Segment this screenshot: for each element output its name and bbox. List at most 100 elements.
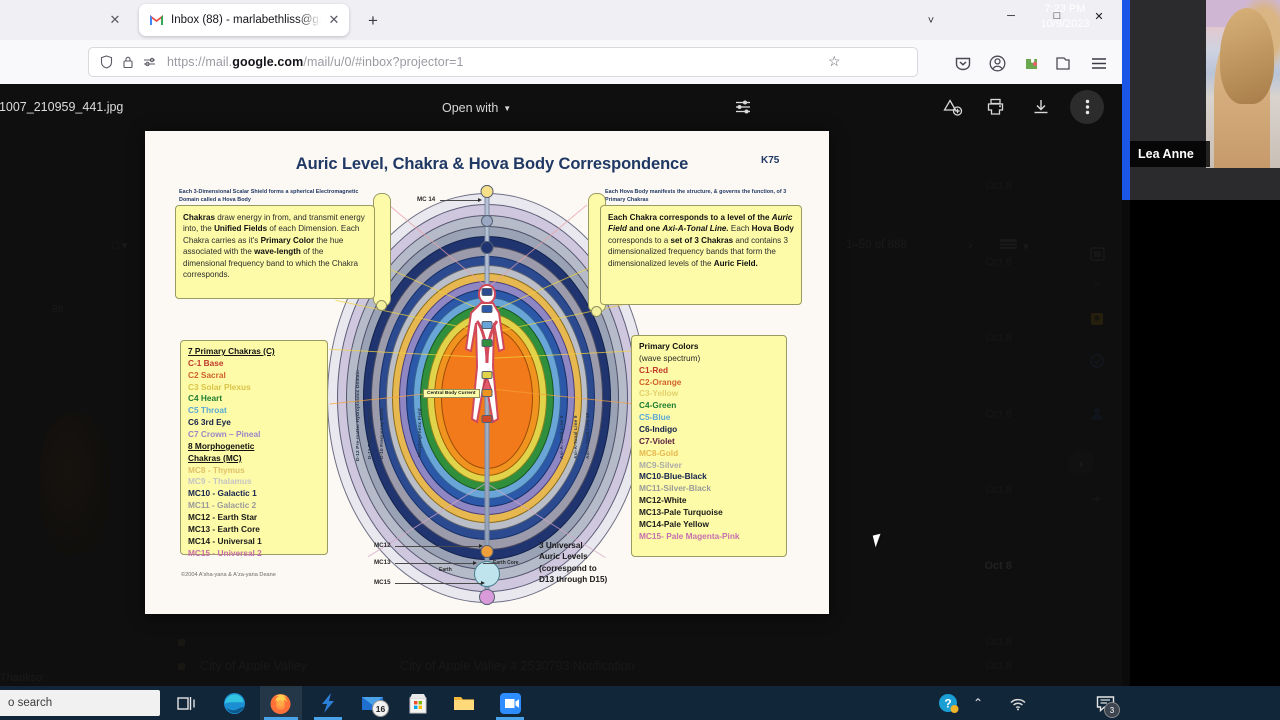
- band-text-right-2: Axi-A-Tonal Line 9: [573, 415, 578, 459]
- band-text-left-2: D-11 Frequency Band: [367, 408, 372, 459]
- leader-line: [395, 583, 481, 584]
- bolt-app-icon[interactable]: [316, 691, 340, 715]
- universal-auric-levels-note: 3 Universal Auric Levels (correspond to D13…: [539, 541, 608, 584]
- tab-zoom-meetings[interactable]: etings - Zoom ✕: [0, 4, 130, 36]
- lock-icon[interactable]: [119, 53, 137, 71]
- close-icon[interactable]: ✕: [325, 11, 343, 29]
- leader-line: [395, 563, 473, 564]
- label-earth: Earth: [439, 567, 452, 573]
- account-icon[interactable]: [986, 52, 1008, 74]
- participant-name-badge: Lea Anne: [1130, 141, 1210, 167]
- diagram-canvas: Auric Level, Chakra & Hova Body Correspo…: [145, 131, 829, 614]
- arrow-icon: [481, 580, 485, 585]
- node-mc15: [479, 589, 495, 605]
- node-mc10: [480, 241, 494, 254]
- leader-line: [440, 200, 478, 201]
- wifi-icon[interactable]: [1008, 691, 1028, 715]
- legend-item-color: MC9-Silver: [639, 459, 682, 470]
- participant-hair: [1220, 8, 1274, 104]
- legend-header-morpho: 8 Morphogenetic: [188, 440, 255, 451]
- notification-badge-count: 3: [1104, 702, 1120, 718]
- permissions-icon[interactable]: [141, 53, 159, 71]
- print-icon[interactable]: [980, 92, 1010, 122]
- chakra-marker-c6: [481, 305, 493, 313]
- add-to-drive-icon[interactable]: [938, 92, 968, 122]
- zoom-app-icon[interactable]: [498, 691, 522, 715]
- new-tab-button[interactable]: +: [362, 10, 384, 32]
- band-text-left-4: Morphogenetic Field: [417, 408, 422, 457]
- open-with-label: Open with: [442, 101, 499, 115]
- arrow-icon: [479, 543, 483, 548]
- zoom-participant-tile[interactable]: Lea Anne: [1130, 0, 1280, 200]
- legend-item-color: C4-Green: [639, 400, 677, 411]
- microsoft-store-icon[interactable]: [406, 691, 430, 715]
- arrow-icon: [478, 197, 482, 202]
- shield-icon[interactable]: [97, 53, 115, 71]
- adjust-icon[interactable]: [728, 92, 758, 122]
- firefox-icon[interactable]: [268, 691, 292, 715]
- chakra-marker-c2: [481, 389, 493, 397]
- url-scheme: https://mail.: [167, 55, 233, 69]
- legend-item-morpho: MC11 - Galactic 2: [188, 500, 257, 511]
- save-to-pocket-icon[interactable]: [952, 52, 974, 74]
- diagram-title: Auric Level, Chakra & Hova Body Correspo…: [295, 155, 689, 173]
- legend-header-morpho-2: Chakras (MC): [188, 452, 242, 463]
- band-text-right-3: Axi-A-Tonal Line 10: [585, 412, 590, 459]
- diagram-document[interactable]: Auric Level, Chakra & Hova Body Correspo…: [145, 131, 829, 614]
- chakra-marker-c1: [481, 415, 493, 423]
- participant-video-feed: [1206, 0, 1280, 168]
- scroll-rod-left: [373, 193, 391, 311]
- legend-item-chakra: C7 Crown – Pineal: [188, 429, 261, 440]
- edge-icon[interactable]: [222, 691, 246, 715]
- callout-left: Chakras draw energy in from, and transmi…: [175, 205, 375, 299]
- bookmark-star-icon[interactable]: ☆: [828, 53, 841, 70]
- legend-item-color: C1-Red: [639, 364, 669, 375]
- task-view-icon[interactable]: [174, 691, 198, 715]
- file-explorer-icon[interactable]: [452, 691, 476, 715]
- scroll-curl: [591, 306, 602, 317]
- extension-icon[interactable]: [1020, 52, 1042, 74]
- legend-item-color: MC8-Gold: [639, 447, 679, 458]
- tab-strip: etings - Zoom ✕ Inbox (88) - marlabethli…: [0, 0, 1122, 40]
- diagram-code: K75: [761, 155, 780, 166]
- container-tabs-icon[interactable]: [1052, 52, 1074, 74]
- clock[interactable]: 7:23 PM 10/9/2023: [1036, 2, 1094, 32]
- minimize-button[interactable]: ─: [988, 0, 1034, 32]
- legend-header-primary: 7 Primary Chakras (C): [188, 346, 275, 356]
- legend-item-morpho: MC15 - Universal 2: [188, 547, 262, 558]
- central-body-current-label: Central Body Current: [423, 389, 480, 398]
- legend-item-morpho: MC12 - Earth Star: [188, 512, 258, 523]
- legend-item-chakra: C3 Solar Plexus: [188, 381, 251, 392]
- open-with-button[interactable]: Open with ▼: [442, 101, 511, 115]
- clock-date: 10/9/2023: [1040, 18, 1090, 30]
- participant-name: Lea Anne: [1138, 147, 1194, 161]
- hamburger-menu-icon[interactable]: [1088, 52, 1110, 74]
- url-bar[interactable]: https://mail.google.com/mail/u/0/#inbox?…: [88, 47, 918, 77]
- chakra-marker-mc8: [481, 288, 493, 296]
- mail-badge-count: 16: [372, 700, 389, 717]
- url-text: https://mail.google.com/mail/u/0/#inbox?…: [167, 55, 464, 69]
- legend-subheader: (wave spectrum): [639, 352, 701, 363]
- leader-line: [395, 546, 479, 547]
- label-mc13: MC13: [374, 559, 391, 566]
- scroll-curl: [376, 300, 387, 311]
- legend-item-chakra: C5 Throat: [188, 405, 227, 416]
- chakra-marker-c4: [481, 339, 493, 347]
- more-options-icon[interactable]: [1070, 90, 1104, 124]
- legend-chakras: 7 Primary Chakras (C) C-1 Base C2 Sacral C3…: [180, 340, 328, 558]
- close-icon[interactable]: ✕: [106, 11, 124, 29]
- search-input[interactable]: o search: [0, 690, 160, 716]
- tab-label: Inbox (88) - marlabethliss@gm: [171, 14, 321, 26]
- label-mc12: MC12: [374, 542, 391, 549]
- tab-gmail-inbox[interactable]: Inbox (88) - marlabethliss@gm ✕: [139, 4, 349, 36]
- copyright-notice: ©2004 A'sha-yana & A'za-yana Deane: [181, 572, 276, 578]
- legend-item-morpho: MC10 - Galactic 1: [188, 488, 257, 499]
- legend-primary-colors: Primary Colors (wave spectrum) C1-Red C2-Or…: [631, 335, 787, 557]
- show-hidden-icons-chevron[interactable]: ⌃: [968, 691, 988, 715]
- download-icon[interactable]: [1026, 92, 1056, 122]
- zoom-video-panel: Lea Anne: [1122, 0, 1280, 720]
- list-all-tabs-icon[interactable]: ˅: [920, 10, 942, 32]
- node-mc14: [480, 185, 494, 198]
- legend-item-chakra: C4 Heart: [188, 393, 223, 404]
- help-icon[interactable]: ?: [936, 691, 960, 715]
